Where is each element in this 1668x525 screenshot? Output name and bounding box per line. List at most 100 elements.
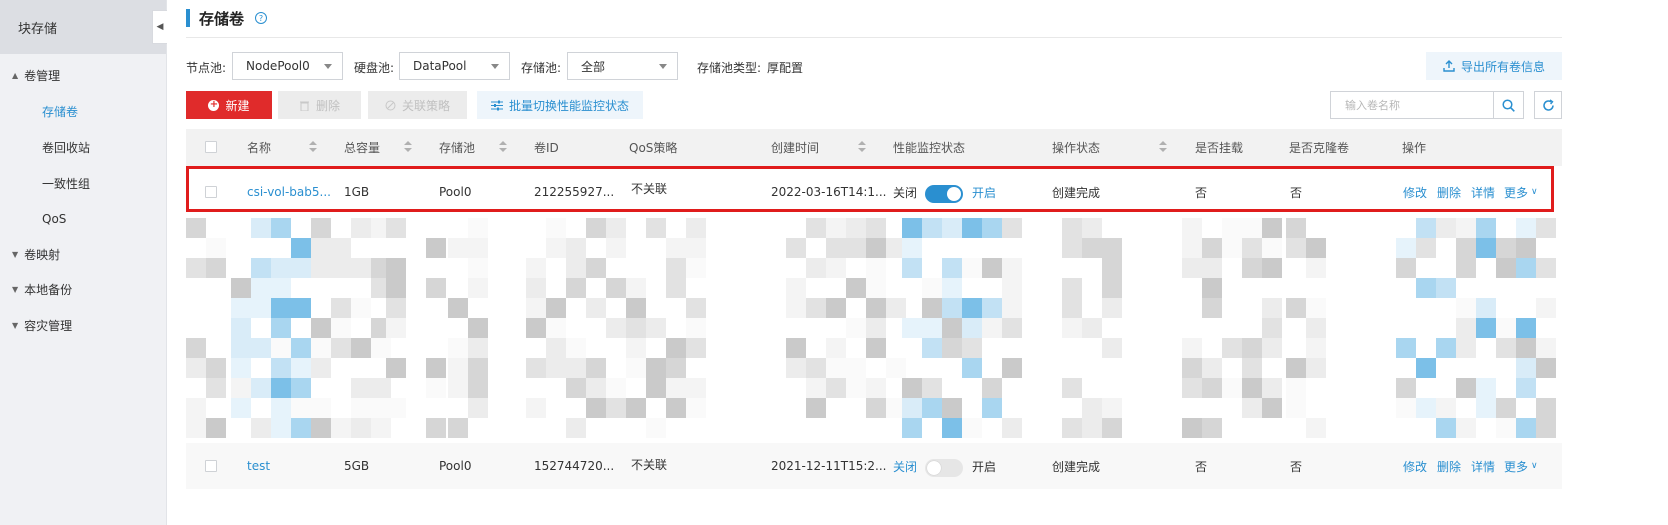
blur-pixel [666,278,686,298]
blur-pixel [1182,418,1202,438]
blur-pixel [1456,338,1476,358]
blur-pixel [566,358,586,378]
volume-id-cell: 152744720... [534,459,615,473]
blur-pixel [231,338,251,358]
blur-pixel [922,218,942,238]
sidebar-item-consistency-group[interactable]: 一致性组 [0,165,167,201]
sort-icon[interactable] [1159,141,1167,153]
volume-search-input[interactable]: 输入卷名称 [1330,91,1494,119]
sidebar-item-label: 卷回收站 [42,140,91,155]
delete-link[interactable]: 删除 [1437,443,1461,489]
search-button[interactable] [1494,91,1524,119]
question-circle-icon[interactable]: ? [255,12,267,24]
unlink-policy-button[interactable]: 关联策略 [368,91,467,119]
blur-pixel [1516,238,1536,258]
blur-pixel [206,358,226,378]
row-checkbox[interactable] [205,186,217,198]
blur-pixel [666,238,686,258]
sidebar-item-qos[interactable]: QoS [0,201,167,237]
blur-pixel [1436,278,1456,298]
blur-pixel [311,418,331,438]
blur-pixel [922,298,942,318]
node-pool-select[interactable]: NodePool0 [232,52,343,80]
blur-pixel [1496,238,1516,258]
sidebar-group-volume-management[interactable]: ▲ 卷管理 [0,57,167,93]
blur-pixel [922,338,942,358]
blur-pixel [962,298,982,318]
edit-link[interactable]: 修改 [1403,443,1427,489]
blur-pixel [448,298,468,318]
blur-pixel [826,238,846,258]
blur-pixel [1476,238,1496,258]
export-all-volumes-button[interactable]: 导出所有卷信息 [1426,52,1562,80]
blur-pixel [426,358,446,378]
blur-pixel [1476,218,1496,238]
caret-up-icon: ▲ [12,70,19,80]
blur-pixel [386,318,406,338]
blur-pixel [1062,298,1082,318]
blur-pixel [826,338,846,358]
blur-pixel [902,258,922,278]
blur-pixel [1536,338,1556,358]
delete-button[interactable]: 删除 [278,91,361,119]
blur-pixel [626,298,646,318]
select-all-checkbox[interactable] [205,141,217,153]
sidebar-group-disaster-recovery[interactable]: ▼ 容灾管理 [0,307,167,343]
dropdown-arrow-icon [491,64,499,69]
blur-pixel [526,398,546,418]
sort-icon[interactable] [858,141,866,153]
blur-pixel [1456,238,1476,258]
blur-pixel [271,278,291,298]
blur-pixel [786,358,806,378]
blur-pixel [206,238,226,258]
sort-icon[interactable] [404,141,412,153]
blur-pixel [606,218,626,238]
blur-pixel [1262,338,1282,358]
qos-cell: 不关联 [631,457,668,472]
volume-name-link[interactable]: csi-vol-bab5... [247,169,331,215]
edit-link[interactable]: 修改 [1403,169,1427,215]
sidebar-group-volume-mapping[interactable]: ▼ 卷映射 [0,236,167,272]
blur-pixel [1476,298,1496,318]
blur-pixel [311,318,331,338]
sort-icon[interactable] [499,141,507,153]
blur-pixel [902,378,922,398]
more-link[interactable]: 更多 ∨ [1504,169,1538,215]
batch-toggle-monitor-button[interactable]: 批量切换性能监控状态 [477,91,643,119]
row-checkbox[interactable] [205,460,217,472]
sidebar-group-local-backup[interactable]: ▼ 本地备份 [0,271,167,307]
blur-pixel [206,378,226,398]
blur-pixel [1002,278,1022,298]
blur-pixel [351,398,371,418]
volume-name-link[interactable]: test [247,443,270,489]
blur-pixel [526,258,546,278]
details-link[interactable]: 详情 [1471,443,1495,489]
blur-pixel [231,378,251,398]
blur-pixel [1242,398,1262,418]
sidebar-item-recycle-bin[interactable]: 卷回收站 [0,129,167,165]
blur-pixel [686,258,706,278]
new-volume-button[interactable]: + 新建 [186,91,272,119]
blur-pixel [1396,338,1416,358]
blur-pixel [1416,278,1436,298]
delete-link[interactable]: 删除 [1437,169,1461,215]
monitor-toggle[interactable] [925,185,963,203]
export-label: 导出所有卷信息 [1460,59,1545,74]
sidebar-item-storage-volume[interactable]: 存储卷 [0,93,167,129]
blur-pixel [1222,218,1242,238]
more-link[interactable]: 更多 ∨ [1504,443,1538,489]
blur-pixel [1286,378,1306,398]
monitor-toggle[interactable] [925,459,963,477]
blur-pixel [331,318,351,338]
blur-pixel [1202,258,1222,278]
disk-pool-select[interactable]: DataPool [399,52,510,80]
blur-pixel [1242,218,1262,238]
refresh-button[interactable] [1534,91,1562,119]
blur-pixel [1002,298,1022,318]
storage-pool-select[interactable]: 全部 [567,52,678,80]
sort-icon[interactable] [309,141,317,153]
blur-pixel [1286,218,1306,238]
blur-pixel [251,298,271,318]
sidebar-collapse-button[interactable]: ◀ [152,10,167,44]
details-link[interactable]: 详情 [1471,169,1495,215]
